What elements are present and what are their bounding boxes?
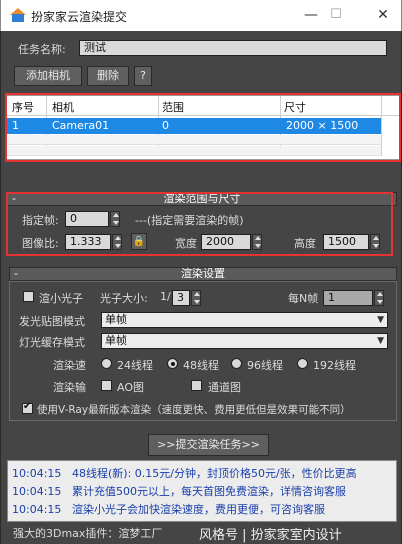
speed-radio-96[interactable] <box>231 358 242 369</box>
column-divider <box>381 96 382 156</box>
speed-label: 渲染速 <box>53 359 86 372</box>
width-input[interactable]: 2000 <box>201 234 251 250</box>
photon-label: 渲小光子 <box>39 292 83 305</box>
collapse-toggle[interactable]: - <box>14 268 18 280</box>
ratio-input[interactable]: 1.333 <box>65 234 111 250</box>
cell-range: 0 <box>162 119 169 132</box>
photon-size-input[interactable]: 3 <box>172 290 190 306</box>
frame-input[interactable]: 0 <box>65 211 109 227</box>
app-house-icon <box>10 8 26 22</box>
vray-checkbox[interactable] <box>22 401 33 414</box>
column-header-camera[interactable]: 相机 <box>52 99 74 115</box>
task-name-label: 任务名称: <box>18 43 66 56</box>
close-button[interactable]: ✕ <box>370 5 396 25</box>
channel-checkbox[interactable] <box>191 380 202 391</box>
ratio-label: 图像比: <box>22 237 59 250</box>
log-text: 累计充值500元以上，每天首图免费渲染，详情咨询客服 <box>72 485 346 498</box>
speed-option-label: 48线程 <box>183 359 219 372</box>
channel-label: 通道图 <box>208 381 241 394</box>
speed-radio-48[interactable] <box>167 358 178 369</box>
empty-row <box>7 146 381 156</box>
log-line: 10:04:15 累计充值500元以上，每天首图免费渲染，详情咨询客服 <box>12 483 346 499</box>
range-section-title: 渲染范围与尺寸 <box>163 192 241 205</box>
irradiance-select[interactable]: 单帧 ▼ <box>101 312 388 328</box>
output-label: 渲染输 <box>53 381 86 394</box>
delete-button[interactable]: 删除 <box>87 66 129 86</box>
ratio-spinner[interactable] <box>112 234 122 250</box>
photon-size-prefix: 1/ <box>160 290 171 303</box>
log-time: 10:04:15 <box>12 467 62 480</box>
speed-radio-24[interactable] <box>101 358 112 369</box>
maximize-button[interactable]: ☐ <box>323 5 349 25</box>
column-header-range[interactable]: 范围 <box>162 99 184 115</box>
log-text: 48线程(新): 0.15元/分钟，封顶价格50元/张，性价比更高 <box>72 467 357 480</box>
camera-table: 序号 相机 范围 尺寸 1 Camera01 0 2000 × 1500 <box>6 95 400 160</box>
minimize-button[interactable]: — <box>298 5 324 25</box>
log-text: 渲染小光子会加快渲染速度，费用更便，可咨询客服 <box>72 503 325 516</box>
submit-render-button[interactable]: >>提交渲染任务>> <box>148 434 269 456</box>
range-section-header[interactable]: - 渲染范围与尺寸 <box>7 192 397 206</box>
lightcache-value: 单帧 <box>105 334 127 347</box>
height-label: 高度 <box>294 237 316 250</box>
irradiance-value: 单帧 <box>105 313 127 326</box>
render-section-title: 渲染设置 <box>181 267 225 280</box>
frame-hint: ---(指定需要渲染的帧) <box>135 214 244 227</box>
irradiance-label: 发光贴图模式 <box>19 315 85 328</box>
every-n-spinner[interactable] <box>374 290 384 306</box>
chevron-down-icon: ▼ <box>377 315 384 325</box>
log-line: 10:04:15 渲染小光子会加快渲染速度，费用更便，可咨询客服 <box>12 501 325 517</box>
render-section-header[interactable]: - 渲染设置 <box>9 267 397 281</box>
frame-spinner[interactable] <box>110 211 120 227</box>
height-spinner[interactable] <box>370 234 380 250</box>
column-header-size[interactable]: 尺寸 <box>284 99 306 115</box>
add-camera-button[interactable]: 添加相机 <box>14 66 82 86</box>
every-n-label: 每N帧 <box>288 292 319 305</box>
width-spinner[interactable] <box>252 234 262 250</box>
frame-label: 指定帧: <box>22 214 59 227</box>
window-title: 扮家家云渲染提交 <box>31 10 128 24</box>
footer-text: 强大的3Dmax插件：渲梦工厂 <box>13 527 163 540</box>
log-time: 10:04:15 <box>12 503 62 516</box>
height-input[interactable]: 1500 <box>323 234 369 250</box>
lightcache-label: 灯光缓存模式 <box>19 336 85 349</box>
speed-option-label: 96线程 <box>247 359 283 372</box>
watermark: 风格号 | 扮家家室内设计 <box>199 528 342 543</box>
cell-camera: Camera01 <box>52 119 110 132</box>
log-line: 10:04:15 48线程(新): 0.15元/分钟，封顶价格50元/张，性价比更… <box>12 465 357 481</box>
lock-ratio-icon[interactable]: 🔒 <box>131 233 147 250</box>
cell-size: 2000 × 1500 <box>286 119 359 132</box>
help-button[interactable]: ? <box>134 66 152 86</box>
message-log: 10:04:15 48线程(新): 0.15元/分钟，封顶价格50元/张，性价比更… <box>7 460 397 522</box>
every-n-input[interactable]: 1 <box>323 290 373 306</box>
lightcache-select[interactable]: 单帧 ▼ <box>101 333 388 349</box>
column-header-index[interactable]: 序号 <box>12 99 34 115</box>
main-panel: 任务名称: 测试 添加相机 删除 ? 序号 相机 范围 尺寸 1 Camera0… <box>0 31 402 544</box>
task-name-input[interactable]: 测试 <box>79 40 387 56</box>
log-time: 10:04:15 <box>12 485 62 498</box>
chevron-down-icon: ▼ <box>377 336 384 346</box>
collapse-toggle[interactable]: - <box>12 193 16 205</box>
photon-size-label: 光子大小: <box>100 292 148 305</box>
speed-radio-192[interactable] <box>297 358 308 369</box>
footer: 强大的3Dmax插件：渲梦工厂 风格号 | 扮家家室内设计 <box>1 522 401 544</box>
table-row[interactable]: 1 Camera01 0 2000 × 1500 <box>7 118 381 134</box>
cell-index: 1 <box>12 119 19 132</box>
photon-size-spinner[interactable] <box>191 290 201 306</box>
empty-row <box>7 135 381 145</box>
photon-checkbox[interactable] <box>23 291 34 302</box>
title-bar: 扮家家云渲染提交 — ☐ ✕ <box>0 0 402 31</box>
ao-label: AO图 <box>117 381 144 394</box>
table-header: 序号 相机 范围 尺寸 <box>7 96 399 116</box>
ao-checkbox[interactable] <box>101 380 112 391</box>
speed-option-label: 24线程 <box>117 359 153 372</box>
vray-label: 使用V-Ray最新版本渲染（速度更快、费用更低但是效果可能不同） <box>37 404 351 416</box>
width-label: 宽度 <box>175 237 197 250</box>
speed-option-label: 192线程 <box>313 359 356 372</box>
